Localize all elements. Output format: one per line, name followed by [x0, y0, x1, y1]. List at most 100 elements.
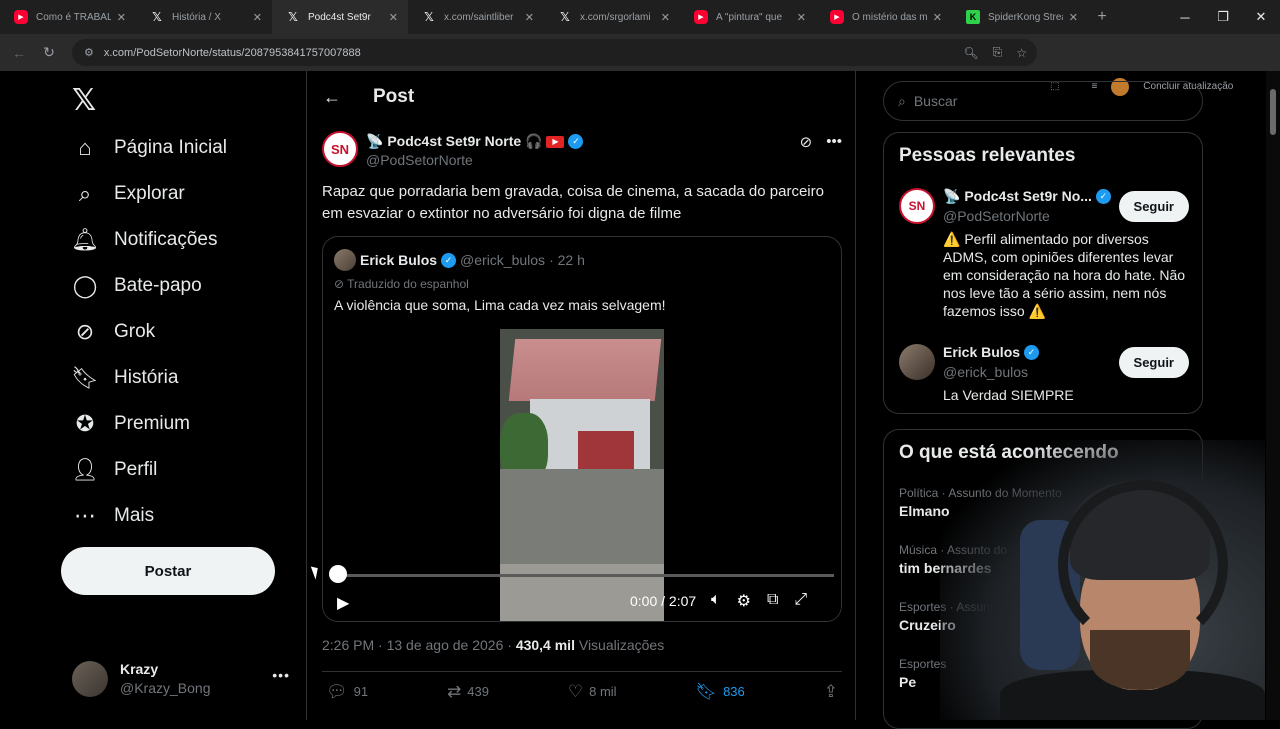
- sidebar-item-grok[interactable]: ⊘ Grok: [72, 309, 155, 355]
- scrollbar-thumb[interactable]: [1270, 89, 1276, 135]
- browser-tab[interactable]: K SpiderKong Strea ✕: [952, 0, 1088, 34]
- search-input[interactable]: ⌕ Buscar: [883, 81, 1203, 121]
- post-button[interactable]: Postar: [61, 547, 275, 595]
- browser-tab[interactable]: 𝕏 História / X ✕: [136, 0, 272, 34]
- sidebar-item-perfil[interactable]: 👤︎ Perfil: [71, 447, 157, 493]
- browser-tab[interactable]: 𝕏 Podc4st Set9r ✕: [272, 0, 408, 34]
- pip-icon[interactable]: ⧉: [767, 591, 778, 611]
- quoted-post[interactable]: Erick Bulos ✓ @erick_bulos · 22 h ⊘ Trad…: [322, 236, 842, 622]
- x-logo-icon[interactable]: 𝕏: [72, 83, 96, 118]
- views-label: Visualizações: [578, 637, 665, 653]
- browser-tab[interactable]: 𝕏x.com/srgorlami ✕: [544, 0, 680, 34]
- tab-title: x.com/saintliber: [444, 11, 514, 23]
- back-nav-icon[interactable]: ←: [4, 45, 34, 61]
- heart-icon: ♡: [567, 681, 584, 701]
- minimize-button[interactable]: ─: [1166, 0, 1204, 34]
- sidebar-item-label: Grok: [114, 321, 156, 342]
- person-name[interactable]: Erick Bulos: [943, 344, 1020, 360]
- zoom-icon[interactable]: 🔍︎: [963, 46, 978, 60]
- account-name: Krazy: [120, 661, 159, 677]
- verified-badge-icon: ✓: [568, 134, 584, 149]
- grok-icon[interactable]: ⊘: [800, 133, 813, 151]
- avatar[interactable]: [899, 344, 935, 380]
- sidebar-item-explorar[interactable]: ⌕ Explorar: [72, 171, 185, 217]
- tab-close-icon[interactable]: ✕: [253, 11, 262, 24]
- sidebar-item-mais[interactable]: ⋯ Mais: [72, 493, 154, 539]
- tab-close-icon[interactable]: ✕: [1069, 11, 1078, 24]
- sidebar-item-bate-papo[interactable]: ◯ Bate-papo: [72, 263, 202, 309]
- relevant-person[interactable]: SN 📡 Podc4st Set9r No... ✓ @PodSetorNorte…: [899, 188, 1189, 328]
- sidebar-item-hist-ria[interactable]: 🔖︎ História: [71, 355, 179, 401]
- install-icon[interactable]: ⎘: [993, 45, 1003, 60]
- more-dots-icon[interactable]: •••: [272, 667, 290, 683]
- tab-close-icon[interactable]: ✕: [389, 11, 398, 24]
- bookmark-button[interactable]: 🔖︎ 836: [695, 682, 744, 702]
- author-handle[interactable]: @PodSetorNorte: [366, 152, 473, 168]
- tab-close-icon[interactable]: ✕: [661, 11, 670, 24]
- person-bio: La Verdad SIEMPRE: [943, 387, 1074, 403]
- new-tab-button[interactable]: +: [1088, 8, 1116, 26]
- fullscreen-icon[interactable]: ⤢: [794, 591, 807, 611]
- video-scrubber-handle[interactable]: [329, 565, 347, 583]
- reply-button[interactable]: 💬︎ 91: [326, 682, 368, 702]
- tab-close-icon[interactable]: ✕: [117, 11, 126, 24]
- author-name[interactable]: 📡 Podc4st Set9r Norte 🎧: [366, 133, 542, 150]
- x-favicon-icon: 𝕏: [152, 10, 162, 24]
- quote-handle[interactable]: @erick_bulos: [460, 252, 545, 268]
- share-button[interactable]: ⇪: [824, 682, 838, 702]
- sidebar-item-label: Bate-papo: [114, 275, 202, 296]
- video-frame: [500, 329, 664, 621]
- quote-avatar[interactable]: [334, 249, 356, 271]
- relevant-person[interactable]: Erick Bulos ✓ @erick_bulos La Verdad SIEM…: [899, 344, 1189, 408]
- post-date[interactable]: 2:26 PM · 13 de ago de 2026 ·: [322, 637, 512, 653]
- browser-tab[interactable]: 𝕏x.com/saintliber ✕: [408, 0, 544, 34]
- site-info-icon[interactable]: ⚙: [84, 46, 94, 59]
- browser-tab[interactable]: ▶ Como é TRABAL ✕: [0, 0, 136, 34]
- youtube-favicon-icon: ▶: [830, 10, 844, 24]
- person-icon: 👤︎: [71, 457, 99, 482]
- address-bar[interactable]: ⚙ x.com/PodSetorNorte/status/20879538417…: [72, 39, 1037, 66]
- tab-close-icon[interactable]: ✕: [797, 11, 806, 24]
- browser-tab[interactable]: ▶ A "pintura" que ✕: [680, 0, 816, 34]
- repost-count: 439: [467, 684, 489, 699]
- verified-badge-icon: ✓: [441, 252, 457, 268]
- browser-tab[interactable]: ▶ O mistério das m ✕: [816, 0, 952, 34]
- video-player[interactable]: ▶ 0:00 / 2:07 🔈︎ ⚙ ⧉ ⤢: [323, 329, 841, 621]
- verified-badge-icon: ✓: [1024, 344, 1040, 360]
- person-name[interactable]: 📡 Podc4st Set9r No...: [943, 188, 1092, 205]
- maximize-button[interactable]: ❐: [1204, 0, 1242, 34]
- star-icon[interactable]: ☆: [1016, 46, 1027, 60]
- follow-button[interactable]: Seguir: [1118, 191, 1189, 222]
- sidebar-item-notifica-es[interactable]: 🔔︎ Notificações: [71, 217, 217, 263]
- reply-icon: 💬︎: [326, 681, 348, 701]
- video-progress-bar[interactable]: [338, 574, 834, 577]
- tab-close-icon[interactable]: ✕: [525, 11, 534, 24]
- home-icon: ⌂: [78, 135, 92, 160]
- close-window-button[interactable]: ✕: [1242, 0, 1280, 34]
- bookmark-filled-icon: 🔖︎: [695, 681, 718, 701]
- settings-gear-icon[interactable]: ⚙: [737, 591, 751, 611]
- more-options-icon[interactable]: •••: [826, 133, 842, 151]
- page-title: Post: [373, 86, 415, 107]
- page-scrollbar[interactable]: [1266, 71, 1280, 720]
- sidebar-item-p-gina-inicial[interactable]: ⌂ Página Inicial: [72, 125, 227, 171]
- quote-author-name[interactable]: Erick Bulos: [360, 252, 437, 268]
- quote-text: A violência que soma, Lima cada vez mais…: [334, 297, 666, 313]
- sidebar-item-premium[interactable]: ✪ Premium: [72, 401, 190, 447]
- youtube-favicon-icon: ▶: [14, 10, 28, 24]
- grok-icon: ⊘: [75, 319, 95, 344]
- account-switcher[interactable]: Krazy @Krazy_Bong •••: [72, 657, 290, 701]
- play-icon[interactable]: ▶: [337, 593, 349, 613]
- reload-icon[interactable]: ↻: [34, 44, 64, 61]
- follow-button[interactable]: Seguir: [1118, 347, 1189, 378]
- volume-icon[interactable]: 🔈︎: [711, 591, 721, 611]
- repost-button[interactable]: ⇄ 439: [447, 682, 489, 702]
- author-avatar[interactable]: SN: [322, 131, 358, 167]
- like-button[interactable]: ♡ 8 mil: [568, 682, 617, 702]
- avatar[interactable]: SN: [899, 188, 935, 224]
- tab-close-icon[interactable]: ✕: [933, 11, 942, 24]
- sidebar-item-label: História: [114, 367, 179, 388]
- window-controls: ─ ❐ ✕: [1166, 0, 1280, 34]
- kick-favicon-icon: K: [966, 10, 980, 24]
- back-arrow-icon[interactable]: ←: [323, 87, 373, 108]
